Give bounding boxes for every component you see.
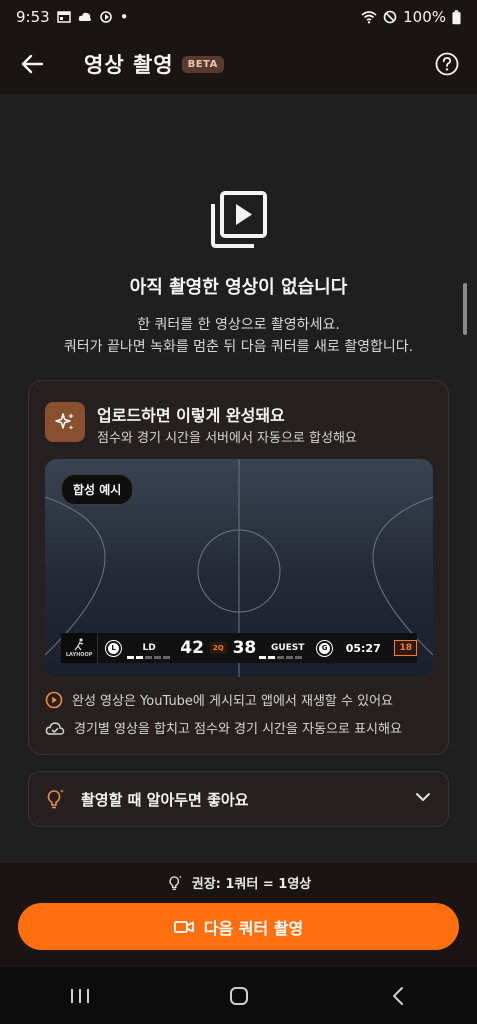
player-logo-icon xyxy=(74,638,84,651)
empty-desc-line2: 쿼터가 끝나면 녹화를 멈춘 뒤 다음 쿼터를 새로 촬영합니다. xyxy=(63,339,414,355)
info-merge: 경기별 영상을 합치고 점수와 경기 시간을 자동으로 표시해요 xyxy=(45,718,402,737)
bottom-panel: 권장: 1쿼터 = 1영상 다음 쿼터 촬영 xyxy=(0,863,477,967)
composite-preview: 합성 예시 LAYHOOP L LD 42 2Q 38 GUEST G 05:2… xyxy=(45,459,433,677)
away-fouls xyxy=(259,656,302,659)
tips-accordion[interactable]: 촬영할 때 알아두면 좋아요 xyxy=(28,771,449,827)
tips-label: 촬영할 때 알아두면 좋아요 xyxy=(81,790,249,809)
cloud-check-icon xyxy=(45,721,65,735)
home-icon xyxy=(229,986,248,1005)
status-time: 9:53 xyxy=(16,8,50,26)
battery-icon xyxy=(452,9,461,24)
lightbulb-icon xyxy=(47,789,64,809)
away-team-name: GUEST xyxy=(270,643,305,653)
system-nav-bar xyxy=(0,967,477,1024)
sparkle-icon xyxy=(55,413,74,430)
scoreboard-overlay: LAYHOOP L LD 42 2Q 38 GUEST G 05:27 18 xyxy=(61,633,417,663)
sync-icon xyxy=(99,11,112,23)
record-next-quarter-button[interactable]: 다음 쿼터 촬영 xyxy=(18,903,459,950)
layhoop-logo: LAYHOOP xyxy=(61,633,99,663)
lightbulb-icon xyxy=(169,875,182,890)
page-title: 영상 촬영 xyxy=(84,53,174,77)
upload-preview-card: 업로드하면 이렇게 완성돼요 점수와 경기 시간을 서버에서 자동으로 합성해요… xyxy=(28,380,449,755)
wifi-icon xyxy=(361,11,377,24)
game-clock: 05:27 xyxy=(345,641,381,655)
away-team-badge: G xyxy=(317,640,332,656)
info-youtube-text: 완성 영상은 YouTube에 게시되고 앱에서 재생할 수 있어요 xyxy=(72,694,393,709)
videocam-icon xyxy=(173,920,194,933)
recents-icon xyxy=(70,988,89,1003)
quarter-indicator: 2Q xyxy=(209,642,227,654)
shot-clock: 18 xyxy=(394,640,417,656)
status-dot: • xyxy=(119,8,129,26)
home-fouls xyxy=(127,656,170,659)
empty-description: 한 쿼터를 한 영상으로 촬영하세요. 쿼터가 끝나면 녹화를 멈춘 뒤 다음 … xyxy=(0,314,477,358)
back-button[interactable] xyxy=(0,34,64,94)
recommendation-text: 권장: 1쿼터 = 1영상 xyxy=(191,877,312,892)
chevron-down-icon[interactable] xyxy=(414,788,432,806)
info-merge-text: 경기별 영상을 합치고 점수와 경기 시간을 자동으로 표시해요 xyxy=(74,722,402,737)
home-score: 42 xyxy=(180,638,204,658)
back-nav-button[interactable] xyxy=(358,967,438,1024)
cloud-icon xyxy=(78,12,91,21)
card-subtitle: 점수와 경기 시간을 서버에서 자동으로 합성해요 xyxy=(97,431,357,446)
home-button[interactable] xyxy=(199,967,279,1024)
card-title: 업로드하면 이렇게 완성돼요 xyxy=(97,406,285,425)
chevron-left-icon xyxy=(392,986,403,1005)
help-icon xyxy=(435,52,459,76)
home-team-badge: L xyxy=(106,640,121,656)
arrow-left-icon xyxy=(21,54,43,74)
preview-badge: 합성 예시 xyxy=(61,474,134,505)
calendar-icon xyxy=(56,11,71,23)
empty-desc-line1: 한 쿼터를 한 영상으로 촬영하세요. xyxy=(137,317,340,333)
video-library-icon xyxy=(211,191,267,248)
empty-title: 아직 촬영한 영상이 없습니다 xyxy=(129,277,348,298)
dnd-icon xyxy=(383,10,397,24)
info-youtube: 완성 영상은 YouTube에 게시되고 앱에서 재생할 수 있어요 xyxy=(45,690,393,709)
app-bar: 영상 촬영 BETA xyxy=(0,34,477,94)
play-circle-icon xyxy=(45,691,63,708)
home-team-name: LD xyxy=(142,643,156,653)
logo-text: LAYHOOP xyxy=(65,652,93,658)
help-button[interactable] xyxy=(431,48,463,80)
battery-percent: 100% xyxy=(403,8,446,26)
recommendation-note: 권장: 1쿼터 = 1영상 xyxy=(0,873,477,892)
beta-badge: BETA xyxy=(181,55,224,73)
away-score: 38 xyxy=(232,638,257,658)
cta-label: 다음 쿼터 촬영 xyxy=(203,918,304,938)
status-bar: 9:53 • 100% xyxy=(0,0,477,34)
recents-button[interactable] xyxy=(40,967,120,1024)
sparkle-icon-box xyxy=(45,402,85,442)
